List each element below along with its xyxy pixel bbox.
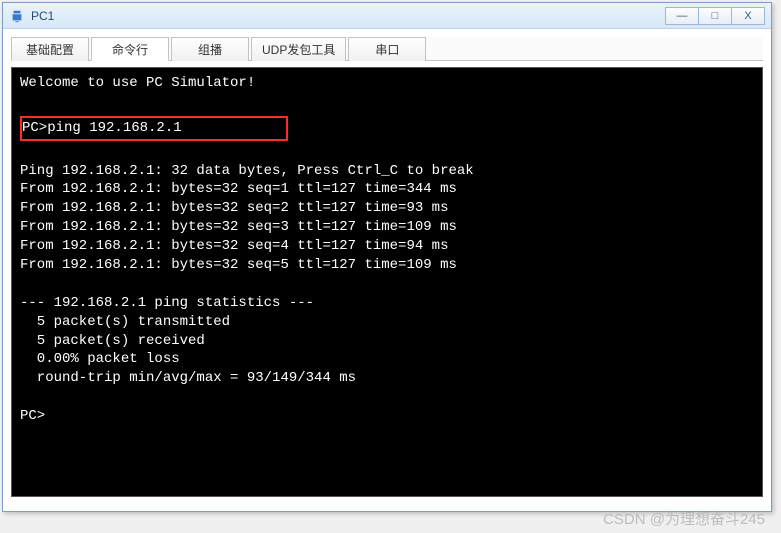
app-window: PC1 — □ X 基础配置 命令行 组播 UDP发包工具 串口 Welcome… (2, 2, 772, 512)
tab-cli[interactable]: 命令行 (91, 37, 169, 61)
titlebar: PC1 — □ X (3, 3, 771, 29)
ping-stat: 5 packet(s) transmitted (20, 314, 230, 330)
terminal[interactable]: Welcome to use PC Simulator! PC>ping 192… (11, 67, 763, 497)
ping-reply: From 192.168.2.1: bytes=32 seq=1 ttl=127… (20, 181, 457, 197)
tab-udp-tool[interactable]: UDP发包工具 (251, 37, 346, 61)
tab-bar: 基础配置 命令行 组播 UDP发包工具 串口 (11, 37, 763, 61)
ping-reply: From 192.168.2.1: bytes=32 seq=2 ttl=127… (20, 200, 448, 216)
tab-multicast[interactable]: 组播 (171, 37, 249, 61)
window-title: PC1 (31, 9, 54, 23)
prompt: PC> (22, 120, 47, 136)
ping-reply: From 192.168.2.1: bytes=32 seq=5 ttl=127… (20, 257, 457, 273)
ping-reply: From 192.168.2.1: bytes=32 seq=4 ttl=127… (20, 238, 448, 254)
terminal-welcome: Welcome to use PC Simulator! (20, 75, 255, 91)
window-buttons: — □ X (666, 7, 765, 25)
command-line-highlight: PC>ping 192.168.2.1 (20, 116, 288, 141)
tab-serial[interactable]: 串口 (348, 37, 426, 61)
maximize-button[interactable]: □ (698, 7, 732, 25)
command-text: ping 192.168.2.1 (47, 120, 181, 136)
prompt2: PC> (20, 408, 45, 424)
ping-reply: From 192.168.2.1: bytes=32 seq=3 ttl=127… (20, 219, 457, 235)
minimize-button[interactable]: — (665, 7, 699, 25)
ping-stat: round-trip min/avg/max = 93/149/344 ms (20, 370, 356, 386)
ping-header: Ping 192.168.2.1: 32 data bytes, Press C… (20, 163, 474, 179)
content-area: 基础配置 命令行 组播 UDP发包工具 串口 Welcome to use PC… (3, 29, 771, 507)
ping-stats-header: --- 192.168.2.1 ping statistics --- (20, 295, 314, 311)
app-icon (9, 8, 25, 24)
ping-stat: 5 packet(s) received (20, 333, 205, 349)
tab-basic-config[interactable]: 基础配置 (11, 37, 89, 61)
ping-stat: 0.00% packet loss (20, 351, 180, 367)
close-button[interactable]: X (731, 7, 765, 25)
